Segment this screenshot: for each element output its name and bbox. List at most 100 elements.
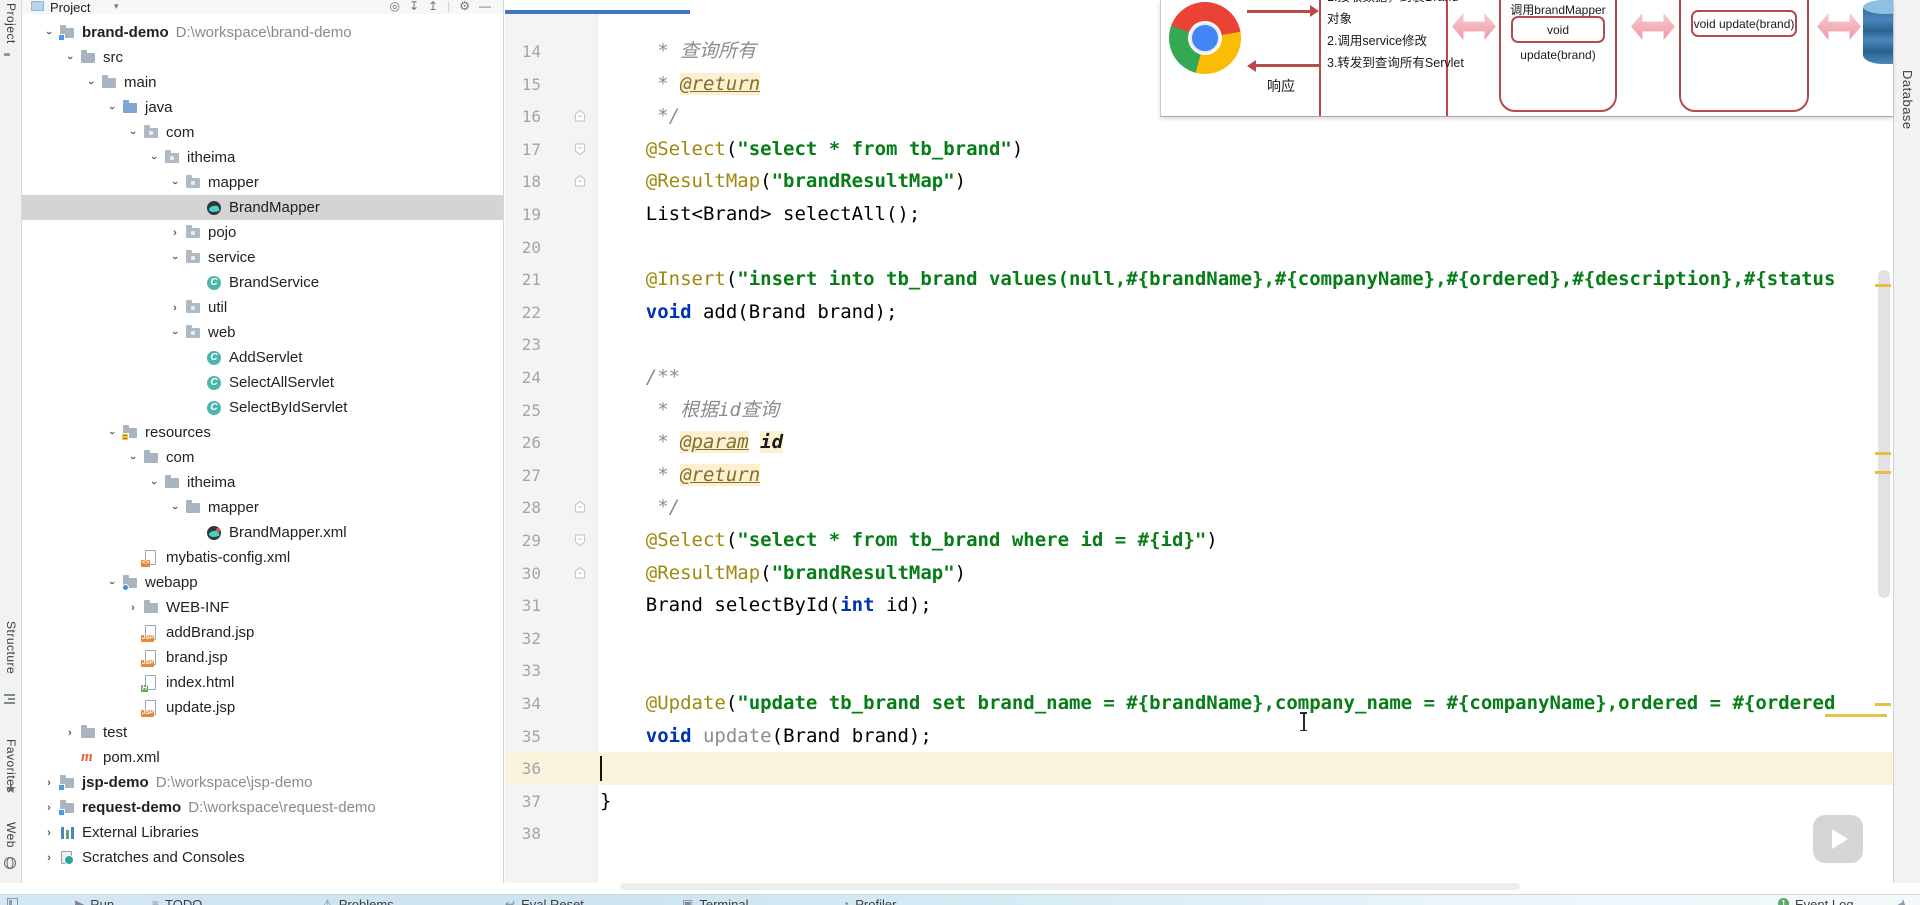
- code-line[interactable]: 37}: [505, 785, 1893, 818]
- statusbar-problems-button[interactable]: ⚠ Problems: [322, 897, 394, 905]
- tree-item-mapper[interactable]: › mapper: [22, 495, 503, 520]
- tree-chevron-icon[interactable]: ›: [44, 852, 54, 864]
- tree-chevron-icon[interactable]: ›: [148, 478, 160, 488]
- tree-item-addservlet[interactable]: C AddServlet: [22, 345, 503, 370]
- tree-item-web[interactable]: › web: [22, 320, 503, 345]
- statement-marker-icon[interactable]: [573, 566, 587, 585]
- tree-chevron-icon[interactable]: ›: [43, 28, 55, 38]
- code-line[interactable]: 29 @Select("select * from tb_brand where…: [505, 524, 1893, 557]
- tree-item-resources[interactable]: › resources: [22, 420, 503, 445]
- tree-item-brandmapper[interactable]: BrandMapper: [22, 195, 503, 220]
- code-line[interactable]: 31 Brand selectById(int id);: [505, 589, 1893, 622]
- tree-chevron-icon[interactable]: ›: [170, 227, 180, 239]
- tree-item-brand-demo[interactable]: › brand-demo D:\workspace\brand-demo: [22, 20, 503, 45]
- tree-item-addbrand-jsp[interactable]: JSP addBrand.jsp: [22, 620, 503, 645]
- code-line[interactable]: 34 @Update("update tb_brand set brand_na…: [505, 687, 1893, 720]
- tool-window-web-label[interactable]: Web: [4, 822, 18, 848]
- statement-marker-icon[interactable]: [573, 533, 587, 552]
- tree-item-mybatis-config-xml[interactable]: <> mybatis-config.xml: [22, 545, 503, 570]
- tree-item-brandmapper-xml[interactable]: BrandMapper.xml: [22, 520, 503, 545]
- code-editor[interactable]: 14 * 查询所有 15 * @return 16 */ 17 @Select("se…: [505, 14, 1893, 883]
- tree-chevron-icon[interactable]: ›: [127, 453, 139, 463]
- code-line[interactable]: 38: [505, 817, 1893, 850]
- tree-chevron-icon[interactable]: ›: [128, 602, 138, 614]
- tool-window-structure-label[interactable]: Structure: [4, 621, 18, 674]
- error-stripe-mark[interactable]: [1875, 703, 1891, 706]
- tool-window-database-label[interactable]: Database: [1900, 70, 1915, 130]
- tree-item-src[interactable]: › src: [22, 45, 503, 70]
- code-line[interactable]: 23: [505, 328, 1893, 361]
- statusbar-profiler-button[interactable]: ◔ Profiler: [842, 897, 896, 905]
- tree-chevron-icon[interactable]: ›: [106, 578, 118, 588]
- code-line[interactable]: 27 * @return: [505, 459, 1893, 492]
- tree-item-brand-jsp[interactable]: JSP brand.jsp: [22, 645, 503, 670]
- tree-item-jsp-demo[interactable]: › jsp-demo D:\workspace\jsp-demo: [22, 770, 503, 795]
- code-line[interactable]: 32: [505, 622, 1893, 655]
- tree-item-webapp[interactable]: › webapp: [22, 570, 503, 595]
- tree-chevron-icon[interactable]: ›: [127, 128, 139, 138]
- statusbar-eval-reset-button[interactable]: ↩ Eval Reset: [505, 897, 584, 905]
- tree-chevron-icon[interactable]: ›: [170, 302, 180, 314]
- statusbar-run-button[interactable]: ▶ Run: [75, 897, 114, 905]
- expand-all-icon[interactable]: ↧: [409, 0, 419, 13]
- tree-item-main[interactable]: › main: [22, 70, 503, 95]
- code-line[interactable]: 26 * @param id: [505, 426, 1893, 459]
- project-panel-title[interactable]: Project: [50, 0, 90, 15]
- code-line[interactable]: 22 void add(Brand brand);: [505, 296, 1893, 329]
- editor-vertical-scrollbar[interactable]: [1878, 270, 1890, 598]
- web-globe-icon[interactable]: [4, 857, 16, 869]
- tree-chevron-icon[interactable]: ›: [169, 178, 181, 188]
- code-line[interactable]: 28 */: [505, 491, 1893, 524]
- editor-horizontal-scrollbar[interactable]: [620, 883, 1520, 890]
- statement-marker-icon[interactable]: [573, 500, 587, 519]
- tree-item-update-jsp[interactable]: JSP update.jsp: [22, 695, 503, 720]
- tree-chevron-icon[interactable]: ›: [85, 78, 97, 88]
- statement-marker-icon[interactable]: [573, 174, 587, 193]
- tree-chevron-icon[interactable]: ›: [169, 503, 181, 513]
- pin-icon[interactable]: ➤: [1895, 895, 1912, 905]
- code-line[interactable]: 24 /**: [505, 361, 1893, 394]
- tree-chevron-icon[interactable]: ›: [169, 328, 181, 338]
- tree-item-pojo[interactable]: › pojo: [22, 220, 503, 245]
- tool-window-project-label[interactable]: Project: [4, 3, 18, 44]
- statement-marker-icon[interactable]: [573, 142, 587, 161]
- tree-chevron-icon[interactable]: ›: [44, 777, 54, 789]
- code-line[interactable]: 30 @ResultMap("brandResultMap"): [505, 557, 1893, 590]
- tree-item-index-html[interactable]: Hindex.html: [22, 670, 503, 695]
- tree-item-external-libraries[interactable]: › External Libraries: [22, 820, 503, 845]
- gear-icon[interactable]: ⚙: [459, 0, 470, 13]
- tree-chevron-icon[interactable]: ›: [44, 827, 54, 839]
- tool-window-switcher-icon[interactable]: [7, 898, 18, 905]
- code-line[interactable]: 36: [505, 752, 1893, 786]
- tree-chevron-icon[interactable]: ›: [44, 802, 54, 814]
- tree-item-mapper[interactable]: › mapper: [22, 170, 503, 195]
- collapse-all-icon[interactable]: ↥: [428, 0, 438, 13]
- code-line[interactable]: 21 @Insert("insert into tb_brand values(…: [505, 263, 1893, 296]
- code-line[interactable]: 33: [505, 654, 1893, 687]
- tree-item-request-demo[interactable]: › request-demo D:\workspace\request-demo: [22, 795, 503, 820]
- tree-item-com[interactable]: › com: [22, 445, 503, 470]
- locate-file-icon[interactable]: ◎: [390, 0, 400, 13]
- tree-chevron-icon[interactable]: ›: [64, 53, 76, 63]
- tree-item-web-inf[interactable]: › WEB-INF: [22, 595, 503, 620]
- favorites-star-icon[interactable]: ★: [5, 782, 17, 795]
- structure-icon[interactable]: [4, 694, 15, 704]
- event-log-button[interactable]: 1 Event Log: [1778, 897, 1854, 905]
- tree-chevron-icon[interactable]: ›: [106, 103, 118, 113]
- code-line[interactable]: 19 List<Brand> selectAll();: [505, 198, 1893, 231]
- tree-item-brandservice[interactable]: C BrandService: [22, 270, 503, 295]
- tree-item-com[interactable]: › com: [22, 120, 503, 145]
- tree-item-pom-xml[interactable]: m pom.xml: [22, 745, 503, 770]
- error-stripe-mark[interactable]: [1875, 284, 1891, 287]
- error-stripe-mark[interactable]: [1875, 471, 1891, 474]
- tree-item-selectbyidservlet[interactable]: C SelectByIdServlet: [22, 395, 503, 420]
- tree-item-itheima[interactable]: › itheima: [22, 145, 503, 170]
- hide-panel-icon[interactable]: —: [479, 0, 491, 13]
- code-line[interactable]: 35 void update(Brand brand);: [505, 720, 1893, 753]
- code-line[interactable]: 18 @ResultMap("brandResultMap"): [505, 165, 1893, 198]
- tree-chevron-icon[interactable]: ›: [106, 428, 118, 438]
- chevron-down-icon[interactable]: ▾: [114, 1, 119, 12]
- tree-item-scratches-and-consoles[interactable]: › Scratches and Consoles: [22, 845, 503, 870]
- tree-item-service[interactable]: › service: [22, 245, 503, 270]
- statusbar-todo-button[interactable]: ≡ TODO: [152, 897, 202, 905]
